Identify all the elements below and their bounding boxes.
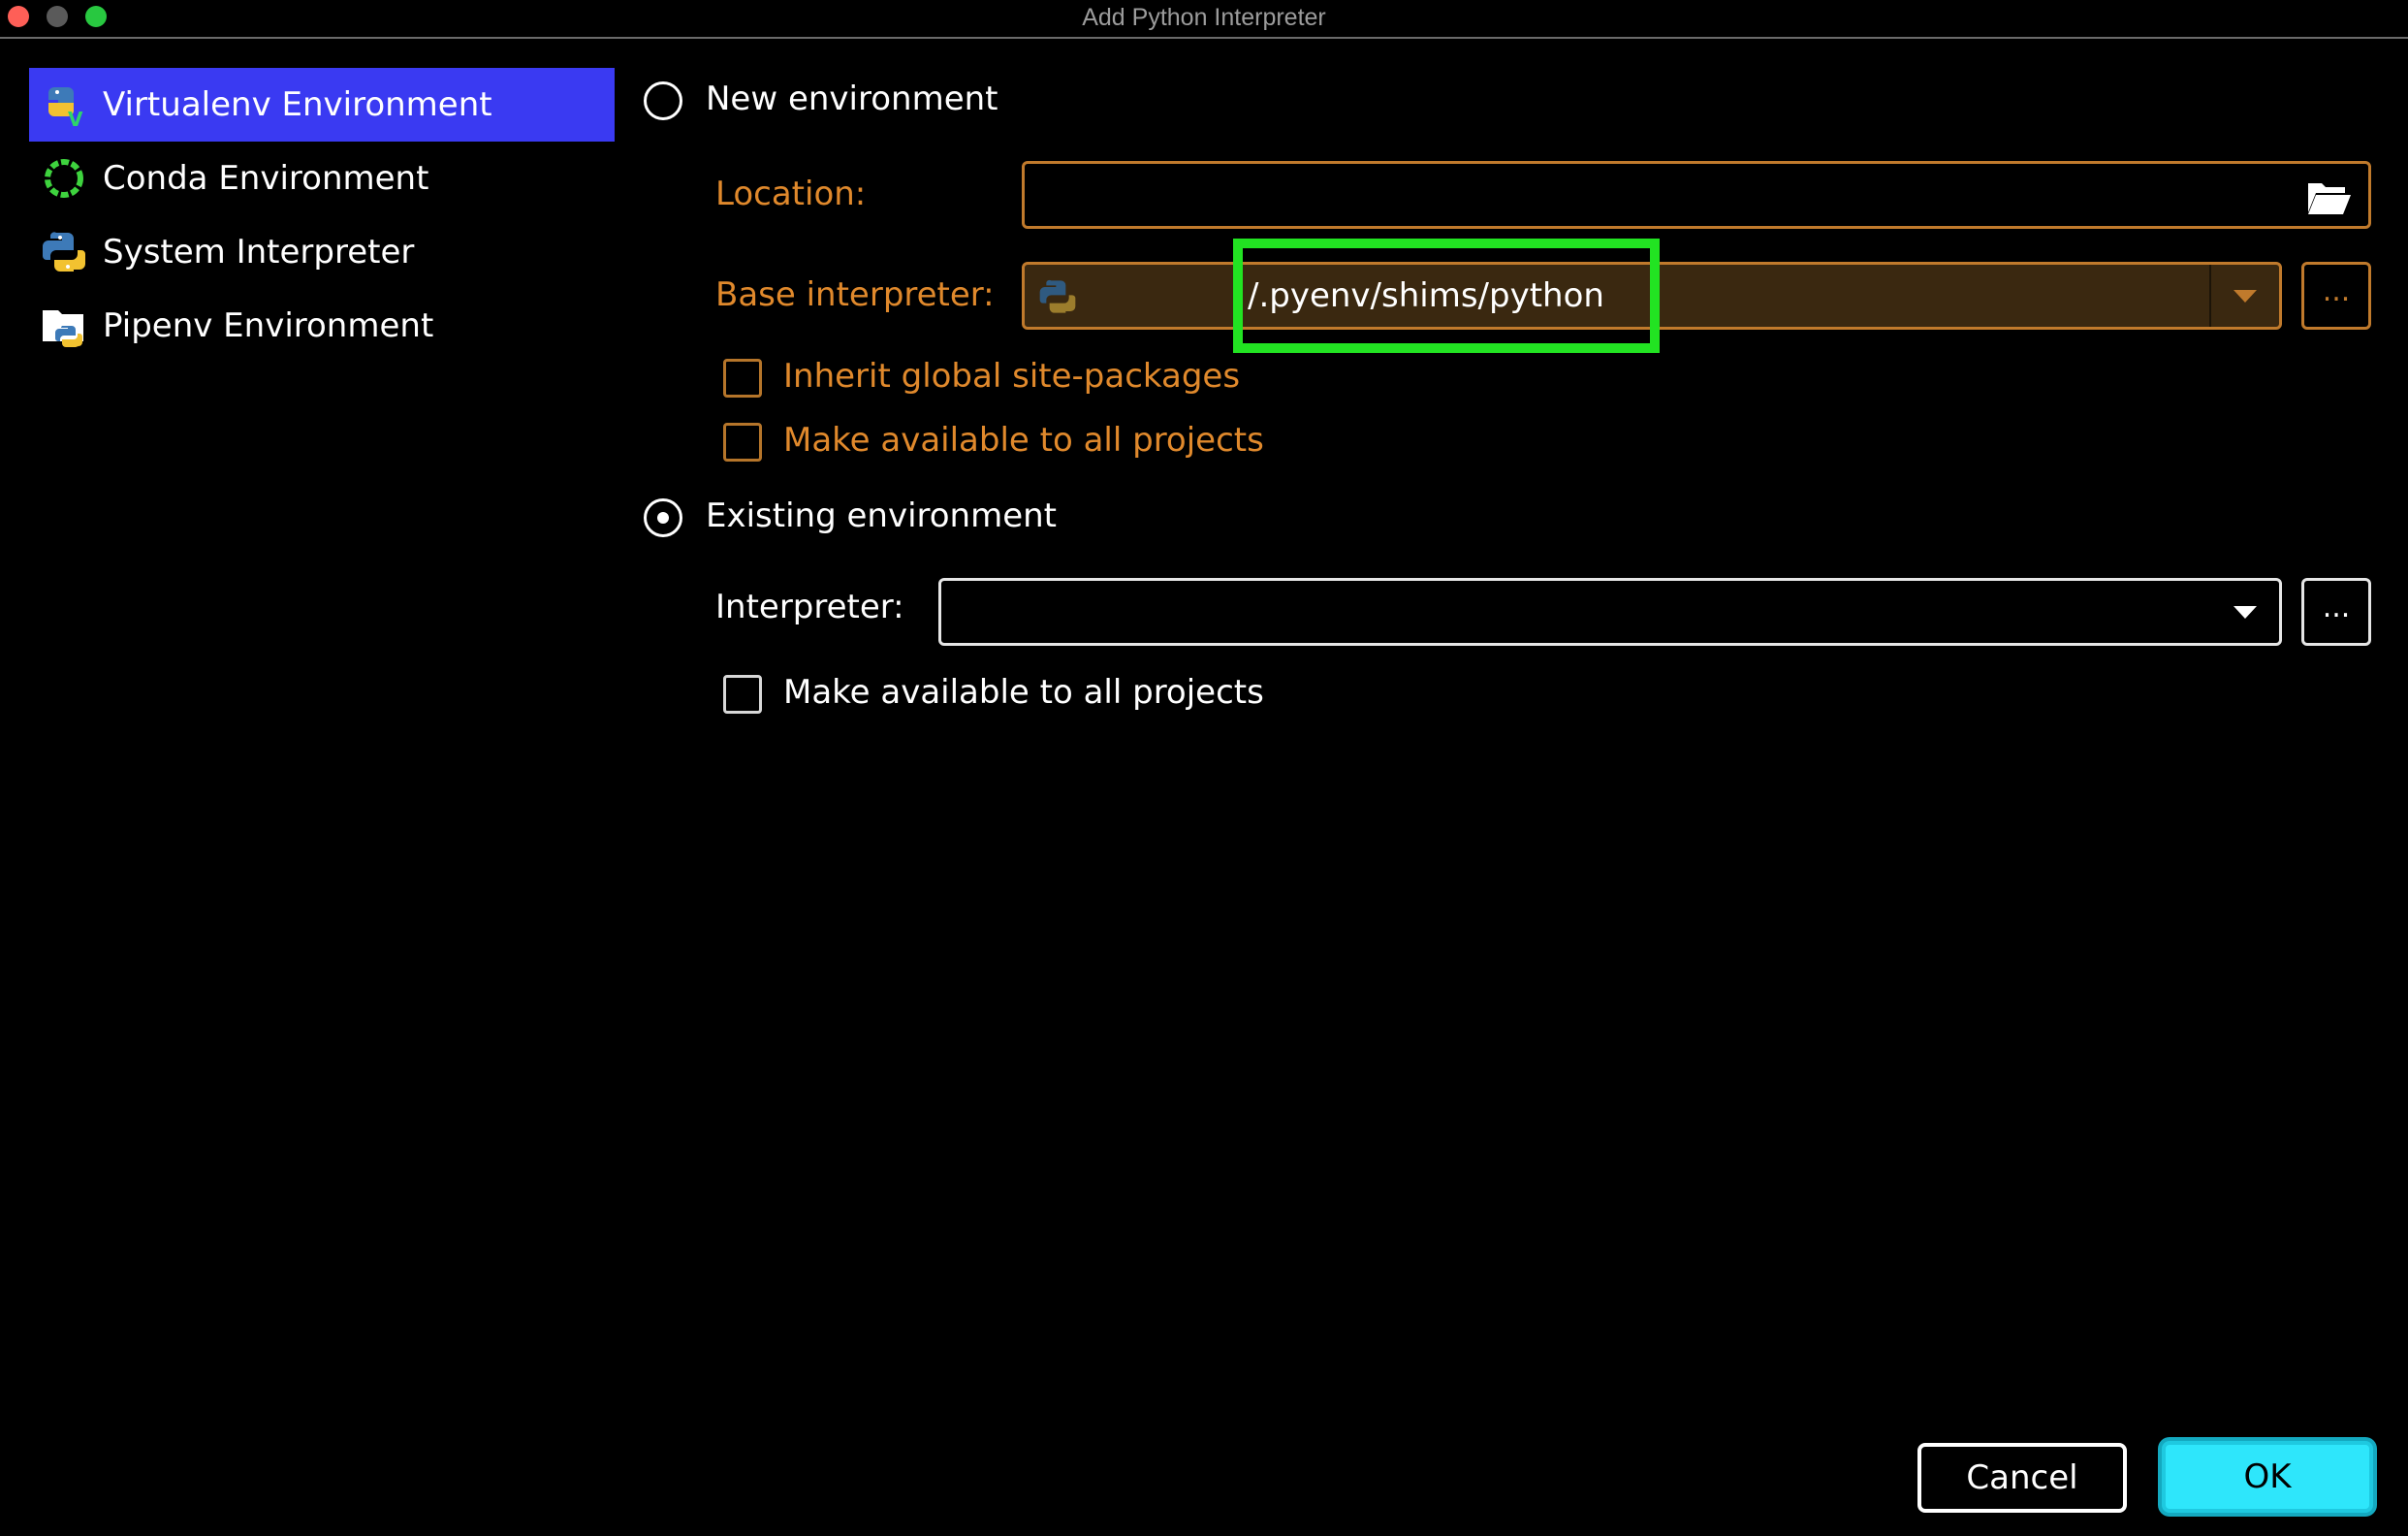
sidebar-item-system-interpreter[interactable]: System Interpreter bbox=[29, 215, 615, 289]
interpreter-dropdown[interactable] bbox=[938, 578, 2282, 646]
interpreter-browse-button[interactable]: ... bbox=[2301, 578, 2371, 646]
sidebar-item-pipenv[interactable]: Pipenv Environment bbox=[29, 289, 615, 363]
new-environment-label: New environment bbox=[706, 80, 998, 118]
ok-button[interactable]: OK bbox=[2162, 1441, 2373, 1513]
existing-environment-radio[interactable] bbox=[644, 498, 682, 537]
make-available-existing-label: Make available to all projects bbox=[783, 673, 1264, 712]
svg-text:V: V bbox=[68, 108, 83, 128]
title-bar: Add Python Interpreter bbox=[0, 0, 2408, 39]
chevron-down-icon[interactable] bbox=[2211, 581, 2279, 643]
make-available-new-label: Make available to all projects bbox=[783, 421, 1264, 460]
environment-type-list: V Virtualenv Environment Conda Environme… bbox=[29, 68, 615, 363]
make-available-new-checkbox[interactable] bbox=[723, 423, 762, 462]
sidebar-item-label: Pipenv Environment bbox=[103, 306, 434, 345]
inherit-site-packages-label: Inherit global site-packages bbox=[783, 357, 1241, 396]
base-interpreter-browse-button[interactable]: ... bbox=[2301, 262, 2371, 330]
highlight-box bbox=[1233, 239, 1660, 353]
conda-icon bbox=[41, 155, 87, 202]
window-title: Add Python Interpreter bbox=[1082, 4, 1326, 31]
chevron-down-icon[interactable] bbox=[2209, 265, 2279, 327]
sidebar-item-conda[interactable]: Conda Environment bbox=[29, 142, 615, 215]
pipenv-icon bbox=[41, 303, 87, 349]
sidebar-item-label: System Interpreter bbox=[103, 233, 415, 272]
interpreter-label: Interpreter: bbox=[715, 588, 904, 626]
location-label: Location: bbox=[715, 175, 867, 213]
existing-environment-label: Existing environment bbox=[706, 496, 1058, 535]
new-environment-radio[interactable] bbox=[644, 81, 682, 120]
python-icon bbox=[1038, 276, 1077, 321]
sidebar-item-virtualenv[interactable]: V Virtualenv Environment bbox=[29, 68, 615, 142]
sidebar-item-label: Virtualenv Environment bbox=[103, 85, 492, 124]
python-icon bbox=[41, 229, 87, 275]
inherit-site-packages-checkbox[interactable] bbox=[723, 359, 762, 398]
sidebar-item-label: Conda Environment bbox=[103, 159, 429, 198]
base-interpreter-label: Base interpreter: bbox=[715, 275, 995, 314]
virtualenv-icon: V bbox=[41, 81, 87, 131]
cancel-button[interactable]: Cancel bbox=[1917, 1443, 2127, 1513]
folder-open-icon[interactable] bbox=[2306, 177, 2353, 220]
location-field[interactable] bbox=[1022, 161, 2371, 229]
make-available-existing-checkbox[interactable] bbox=[723, 675, 762, 714]
